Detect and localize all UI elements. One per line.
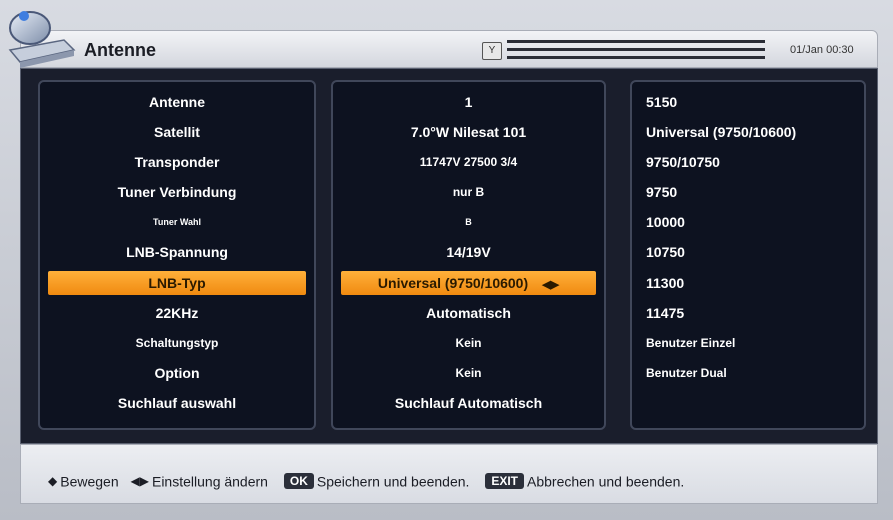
- option-item[interactable]: Universal (9750/10600): [646, 120, 856, 144]
- option-item[interactable]: 10750: [646, 240, 856, 264]
- signal-icon: Y: [482, 42, 502, 60]
- value-schaltungstyp[interactable]: Kein: [341, 331, 596, 355]
- left-right-arrows-icon[interactable]: ◀▶: [542, 273, 559, 297]
- signal-strength-bars: [507, 40, 765, 60]
- lnb-options-column: 5150 Universal (9750/10600) 9750/10750 9…: [630, 80, 866, 430]
- value-lnb-spannung[interactable]: 14/19V: [341, 240, 596, 264]
- label-22khz[interactable]: 22KHz: [48, 301, 306, 325]
- option-item[interactable]: 9750/10750: [646, 150, 856, 174]
- value-lnb-typ[interactable]: Universal (9750/10600) ◀▶: [341, 271, 596, 295]
- help-ok: Speichern und beenden.: [316, 473, 470, 490]
- option-item[interactable]: 5150: [646, 90, 856, 114]
- ok-key[interactable]: OK: [283, 473, 314, 490]
- help-move: Bewegen: [60, 473, 119, 490]
- label-tuner-wahl[interactable]: Tuner Wahl: [48, 210, 306, 234]
- value-antenne[interactable]: 1: [341, 90, 596, 114]
- value-lnb-typ-text: Universal (9750/10600): [377, 275, 529, 291]
- value-transponder[interactable]: 11747V 27500 3/4: [341, 150, 596, 174]
- value-tuner-verbindung[interactable]: nur B: [341, 180, 596, 204]
- label-lnb-typ[interactable]: LNB-Typ: [48, 271, 306, 295]
- help-change: Einstellung ändern: [151, 473, 268, 490]
- label-antenne[interactable]: Antenne: [48, 90, 306, 114]
- label-tuner-verbindung[interactable]: Tuner Verbindung: [48, 180, 306, 204]
- left-right-arrows-icon: ◀▶: [130, 474, 149, 489]
- help-exit: Abbrechen und beenden.: [527, 473, 685, 490]
- label-suchlauf-auswahl[interactable]: Suchlauf auswahl: [48, 391, 306, 415]
- up-down-arrows-icon: ◆: [48, 474, 58, 489]
- label-transponder[interactable]: Transponder: [48, 150, 306, 174]
- value-22khz[interactable]: Automatisch: [341, 301, 596, 325]
- option-item[interactable]: 11475: [646, 301, 856, 325]
- label-satellit[interactable]: Satellit: [48, 120, 306, 144]
- settings-value-column: 1 7.0°W Nilesat 101 11747V 27500 3/4 nur…: [331, 80, 606, 430]
- value-satellit[interactable]: 7.0°W Nilesat 101: [341, 120, 596, 144]
- label-lnb-spannung[interactable]: LNB-Spannung: [48, 240, 306, 264]
- option-item[interactable]: Benutzer Einzel: [646, 331, 856, 355]
- help-legend: ◆ Bewegen ◀▶ Einstellung ändern OK Speicher…: [48, 470, 684, 491]
- option-item[interactable]: 10000: [646, 210, 856, 234]
- label-option[interactable]: Option: [48, 361, 306, 385]
- settings-label-column: Antenne Satellit Transponder Tuner Verbi…: [38, 80, 316, 430]
- value-tuner-wahl[interactable]: B: [341, 210, 596, 234]
- satellite-dish-icon: [8, 11, 76, 68]
- value-suchlauf-auswahl[interactable]: Suchlauf Automatisch: [341, 391, 596, 415]
- exit-key[interactable]: EXIT: [485, 473, 524, 490]
- value-option[interactable]: Kein: [341, 361, 596, 385]
- label-schaltungstyp[interactable]: Schaltungstyp: [48, 331, 306, 355]
- page-title: Antenne: [84, 40, 156, 60]
- option-item[interactable]: 11300: [646, 271, 856, 295]
- clock: 01/Jan 00:30: [790, 44, 854, 56]
- option-item[interactable]: Benutzer Dual: [646, 361, 856, 385]
- option-item[interactable]: 9750: [646, 180, 856, 204]
